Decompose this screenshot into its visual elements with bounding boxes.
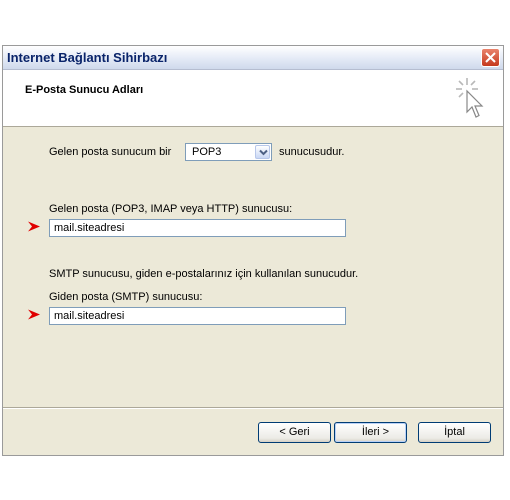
window-title: Internet Bağlantı Sihirbazı <box>7 50 168 65</box>
incoming-type-label: Gelen posta sunucum bir <box>49 146 172 158</box>
incoming-server-field[interactable] <box>49 219 346 237</box>
title-bar[interactable]: Internet Bağlantı Sihirbazı <box>3 46 503 70</box>
button-separator <box>3 407 503 409</box>
smtp-description: SMTP sunucusu, giden e-postalarınız için… <box>49 268 359 280</box>
cancel-button[interactable]: İptal <box>418 422 491 443</box>
close-icon <box>485 52 496 63</box>
red-arrow-icon <box>28 309 40 320</box>
outgoing-server-input[interactable] <box>50 308 345 324</box>
outgoing-server-label: Giden posta (SMTP) sunucusu: <box>49 291 203 303</box>
chevron-down-icon <box>259 149 268 156</box>
next-button[interactable]: İleri > <box>334 422 407 443</box>
back-button[interactable]: < Geri <box>258 422 331 443</box>
wizard-window: Internet Bağlantı Sihirbazı E-Posta Sunu… <box>2 45 504 456</box>
incoming-server-input[interactable] <box>50 220 345 236</box>
cancel-button-label: İptal <box>444 426 465 438</box>
incoming-type-suffix: sunucusudur. <box>279 146 345 158</box>
back-button-label: < Geri <box>279 426 310 438</box>
wizard-cursor-icon <box>456 78 484 118</box>
wizard-header: E-Posta Sunucu Adları <box>3 70 503 127</box>
selected-server-type: POP3 <box>192 146 222 158</box>
incoming-server-label: Gelen posta (POP3, IMAP veya HTTP) sunuc… <box>49 203 293 215</box>
dropdown-button[interactable] <box>255 145 270 159</box>
next-button-label: İleri > <box>361 426 390 438</box>
close-button[interactable] <box>481 48 500 67</box>
page-title: E-Posta Sunucu Adları <box>25 84 144 96</box>
red-arrow-icon <box>28 221 40 232</box>
outgoing-server-field[interactable] <box>49 307 346 325</box>
incoming-server-type-select[interactable]: POP3 <box>185 143 272 161</box>
wizard-content: Gelen posta sunucum bir POP3 sunucusudur… <box>3 127 503 407</box>
